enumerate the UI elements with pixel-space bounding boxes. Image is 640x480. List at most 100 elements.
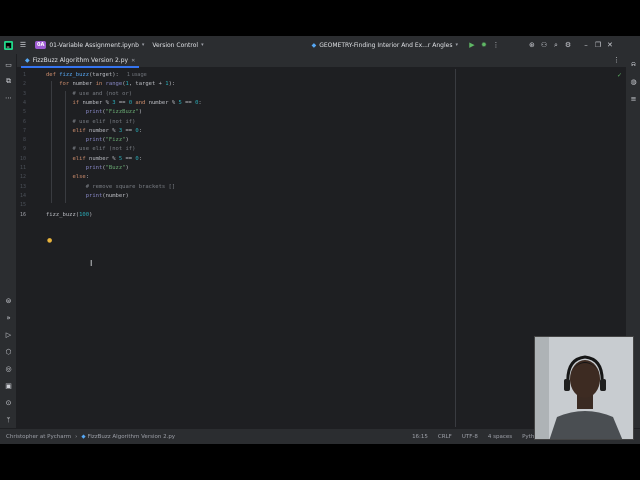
python-console-icon[interactable]: ⬡: [2, 345, 15, 358]
caret-position[interactable]: 16:15: [412, 434, 428, 440]
title-bar: ☰ 0A 01-Variable Assignment.ipynb ▾ Vers…: [0, 36, 640, 54]
inspection-ok-icon: ✓: [616, 72, 622, 79]
structure-icon[interactable]: ⧉: [2, 75, 15, 88]
database-icon[interactable]: ≡: [627, 92, 640, 105]
project-badge: 0A: [35, 41, 47, 49]
code-token: ==: [181, 99, 196, 106]
editor-tabs: ◆ FizzBuzz Algorithm Version 2.py ✕ ⋮: [17, 54, 626, 68]
code-line[interactable]: print("Fizz"): [46, 136, 129, 145]
code-token: number: [72, 81, 96, 88]
code-token: print: [46, 192, 103, 199]
code-token: in: [95, 81, 106, 88]
code-line[interactable]: else:: [46, 173, 89, 182]
code-token: def: [46, 72, 60, 78]
jupyter-icon[interactable]: »: [2, 311, 15, 324]
more-tools-icon[interactable]: ⋯: [2, 91, 15, 104]
terminal-icon[interactable]: ▣: [2, 379, 15, 392]
code-token: print: [46, 165, 103, 171]
services-icon[interactable]: ◎: [2, 362, 15, 375]
code-token: for: [46, 81, 73, 88]
notifications-icon[interactable]: ⍾: [627, 58, 640, 71]
line-number: 12: [19, 174, 26, 181]
line-number: 14: [19, 192, 26, 199]
python-packages-icon[interactable]: ⊜: [2, 294, 15, 307]
code-token: fizz_buzz(: [46, 211, 80, 218]
git-icon[interactable]: ᛘ: [2, 413, 15, 426]
code-token: else: [46, 174, 86, 181]
more-options-icon[interactable]: ⋮: [490, 39, 502, 51]
text-cursor: I: [90, 259, 93, 268]
ai-chat-icon[interactable]: ◍: [627, 75, 640, 88]
vcs-label: Version Control: [152, 41, 199, 49]
chevron-down-icon: ▾: [201, 42, 204, 48]
minimize-icon[interactable]: –: [580, 39, 592, 51]
code-token: print: [46, 137, 103, 144]
run-config-selector[interactable]: ◆ GEOMETRY-Finding Interior And Ex...r A…: [312, 42, 458, 49]
vcs-menu[interactable]: Version Control ▾: [152, 42, 203, 49]
code-token: :: [138, 155, 143, 162]
search-icon[interactable]: ⌕: [550, 39, 562, 51]
add-user-icon[interactable]: ⚇: [538, 39, 550, 51]
line-separator[interactable]: CRLF: [438, 434, 452, 440]
ai-assistant-icon[interactable]: ⊛: [526, 39, 538, 51]
close-icon[interactable]: ✕: [604, 39, 616, 51]
code-token: # use elif (not if): [46, 146, 136, 153]
code-line[interactable]: # use elif (not if): [46, 118, 135, 127]
usage-hint[interactable]: 1 usage: [127, 72, 147, 78]
line-number: 16: [19, 211, 26, 218]
line-number: 13: [19, 183, 26, 190]
project-name: 01-Variable Assignment.ipynb: [49, 41, 139, 49]
webcam-overlay: [534, 336, 634, 440]
code-token: ==: [122, 155, 136, 162]
code-token: "Fizz": [105, 137, 126, 144]
code-line[interactable]: def fizz_buzz(target): 1 usage: [46, 71, 147, 80]
line-number: 6: [22, 118, 26, 125]
run-icon[interactable]: ▶: [466, 39, 478, 51]
code-line[interactable]: if number % 3 == 0 and number % 5 == 0:: [46, 99, 202, 108]
code-line[interactable]: # use elif (not if): [46, 145, 135, 154]
code-line[interactable]: # remove square brackets []: [46, 183, 175, 192]
code-token: ): [138, 109, 143, 116]
app-logo-icon: [2, 39, 14, 51]
code-token: elif: [46, 155, 90, 162]
settings-icon[interactable]: ⚙: [562, 39, 574, 51]
more-options-icon[interactable]: ⋮: [613, 56, 620, 64]
code-line[interactable]: print("Buzz"): [46, 164, 129, 173]
line-number: 1: [22, 72, 26, 78]
python-file-icon: ◆: [311, 41, 317, 49]
run-tool-icon[interactable]: ▷: [2, 328, 15, 341]
problems-icon[interactable]: ⊙: [2, 396, 15, 409]
debug-icon[interactable]: ✹: [478, 39, 490, 51]
project-switcher[interactable]: 0A 01-Variable Assignment.ipynb ▾: [35, 41, 144, 49]
code-token: (number): [102, 192, 129, 199]
line-number: 15: [19, 202, 26, 209]
tab-fizzbuzz[interactable]: ◆ FizzBuzz Algorithm Version 2.py ✕: [21, 55, 140, 68]
chevron-down-icon: ▾: [141, 42, 145, 48]
code-line[interactable]: fizz_buzz(100): [46, 211, 92, 220]
code-line[interactable]: for number in range(1, target + 1):: [46, 80, 175, 89]
breadcrumb-file[interactable]: FizzBuzz Algorithm Version 2.py: [88, 434, 176, 440]
code-line[interactable]: print(number): [46, 192, 129, 201]
indent-setting[interactable]: 4 spaces: [488, 434, 512, 440]
lightbulb-icon[interactable]: ●: [47, 237, 52, 244]
breadcrumb-separator-icon: ›: [75, 433, 78, 440]
code-line[interactable]: elif number % 5 == 0:: [46, 155, 142, 164]
maximize-icon[interactable]: ❐: [592, 39, 604, 51]
code-token: (target):: [89, 72, 119, 78]
code-token: :: [198, 99, 202, 106]
code-line[interactable]: # use and (not or): [46, 90, 132, 99]
code-token: and: [132, 99, 149, 106]
close-tab-icon[interactable]: ✕: [131, 58, 135, 64]
folder-icon[interactable]: ▭: [2, 58, 15, 71]
code-token: # use and (not or): [46, 90, 133, 97]
hamburger-menu-icon[interactable]: ☰: [17, 39, 29, 51]
code-token: number %: [89, 127, 119, 134]
code-line[interactable]: print("FizzBuzz"): [46, 108, 142, 117]
code-token: ): [89, 211, 93, 218]
code-line[interactable]: elif number % 3 == 0:: [46, 127, 142, 136]
line-number: 8: [22, 137, 26, 144]
file-encoding[interactable]: UTF-8: [462, 434, 478, 440]
tab-label: FizzBuzz Algorithm Version 2.py: [32, 57, 129, 64]
code-token: "Buzz": [105, 165, 126, 171]
breadcrumb-root[interactable]: Christopher at Pycharm: [6, 434, 71, 440]
